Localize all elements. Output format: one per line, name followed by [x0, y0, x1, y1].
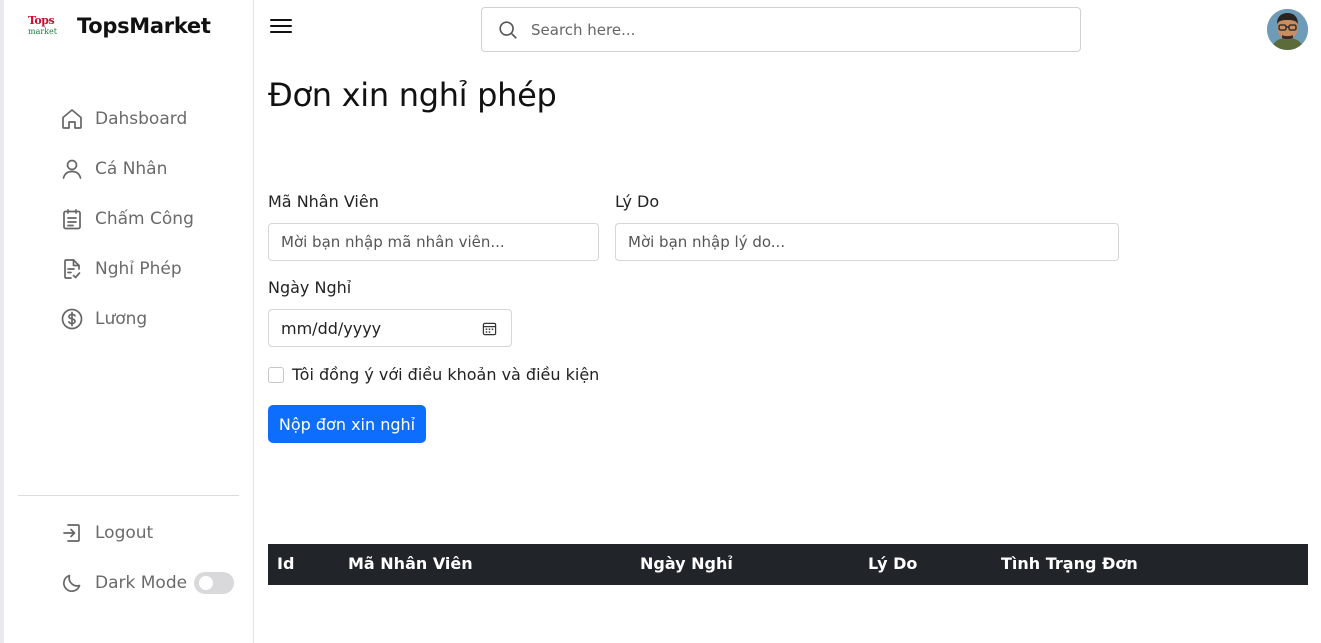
sidebar-item-label: Cá Nhân: [95, 159, 168, 179]
sidebar: Tops market TopsMarket Dahsboard Cá Nhân…: [4, 0, 254, 643]
terms-checkbox[interactable]: [268, 366, 284, 383]
sidebar-item-personal[interactable]: Cá Nhân: [60, 144, 194, 194]
document-check-icon: [64, 259, 81, 279]
sidebar-item-label: Lương: [95, 309, 148, 329]
search-icon: [499, 20, 517, 39]
sidebar-nav: Dahsboard Cá Nhân Chấm Công Nghỉ Phép Lư…: [60, 94, 194, 344]
column-header-id[interactable]: Id: [277, 554, 294, 573]
submit-leave-button[interactable]: Nộp đơn xin nghỉ: [268, 405, 426, 443]
sidebar-item-salary[interactable]: Lương: [60, 294, 194, 344]
user-avatar[interactable]: [1267, 9, 1308, 50]
leave-table-header: Id Mã Nhân Viên Ngày Nghỉ Lý Do Tình Trạ…: [268, 544, 1308, 585]
sidebar-bottom: Logout Dark Mode: [60, 508, 235, 608]
terms-row: Tôi đồng ý với điều khoản và điều kiện: [268, 365, 599, 384]
logout-label: Logout: [95, 523, 154, 543]
employee-id-input[interactable]: [268, 223, 599, 261]
calendar-icon[interactable]: [482, 321, 497, 336]
sidebar-item-label: Chấm Công: [95, 209, 194, 229]
terms-label[interactable]: Tôi đồng ý với điều khoản và điều kiện: [292, 365, 599, 384]
dark-mode-label: Dark Mode: [95, 573, 188, 593]
moon-icon: [63, 574, 81, 592]
brand-name: TopsMarket: [77, 14, 211, 38]
date-placeholder: mm/dd/yyyy: [281, 318, 382, 338]
user-icon: [62, 159, 82, 179]
menu-toggle-icon[interactable]: [270, 19, 292, 37]
reason-input[interactable]: [615, 223, 1119, 261]
column-header-reason[interactable]: Lý Do: [868, 554, 917, 573]
logo-text-bottom: market: [28, 27, 57, 36]
column-header-leave-date[interactable]: Ngày Nghỉ: [640, 554, 733, 573]
sidebar-item-label: Nghỉ Phép: [95, 259, 182, 279]
toggle-knob: [199, 576, 214, 590]
leave-date-input[interactable]: mm/dd/yyyy: [268, 309, 512, 347]
dark-mode-row: Dark Mode: [60, 558, 235, 608]
brand[interactable]: Tops market TopsMarket: [26, 12, 211, 40]
page-title: Đơn xin nghỉ phép: [268, 76, 557, 114]
column-header-employee-id[interactable]: Mã Nhân Viên: [348, 554, 473, 573]
sidebar-item-dashboard[interactable]: Dahsboard: [60, 94, 194, 144]
main-content: Đơn xin nghỉ phép Mã Nhân Viên Lý Do Ngà…: [254, 0, 1321, 643]
logout-button[interactable]: Logout: [60, 508, 234, 558]
tops-logo: Tops market: [26, 12, 60, 40]
avatar-image: [1267, 9, 1308, 50]
sidebar-divider: [18, 495, 239, 496]
search-input[interactable]: [531, 20, 1031, 39]
leave-date-label: Ngày Nghỉ: [268, 278, 352, 297]
clipboard-icon: [63, 209, 81, 230]
reason-label: Lý Do: [615, 192, 660, 211]
home-icon: [62, 109, 82, 129]
sidebar-item-leave[interactable]: Nghỉ Phép: [60, 244, 194, 294]
logout-icon: [63, 524, 80, 542]
search-bar[interactable]: [481, 7, 1081, 52]
dark-mode-toggle[interactable]: [194, 572, 235, 594]
logo-text-top: Tops: [28, 14, 55, 27]
dollar-circle-icon: [61, 308, 83, 330]
sidebar-item-attendance[interactable]: Chấm Công: [60, 194, 194, 244]
sidebar-item-label: Dahsboard: [95, 109, 188, 129]
column-header-status[interactable]: Tình Trạng Đơn: [1001, 554, 1138, 573]
employee-id-label: Mã Nhân Viên: [268, 192, 379, 211]
